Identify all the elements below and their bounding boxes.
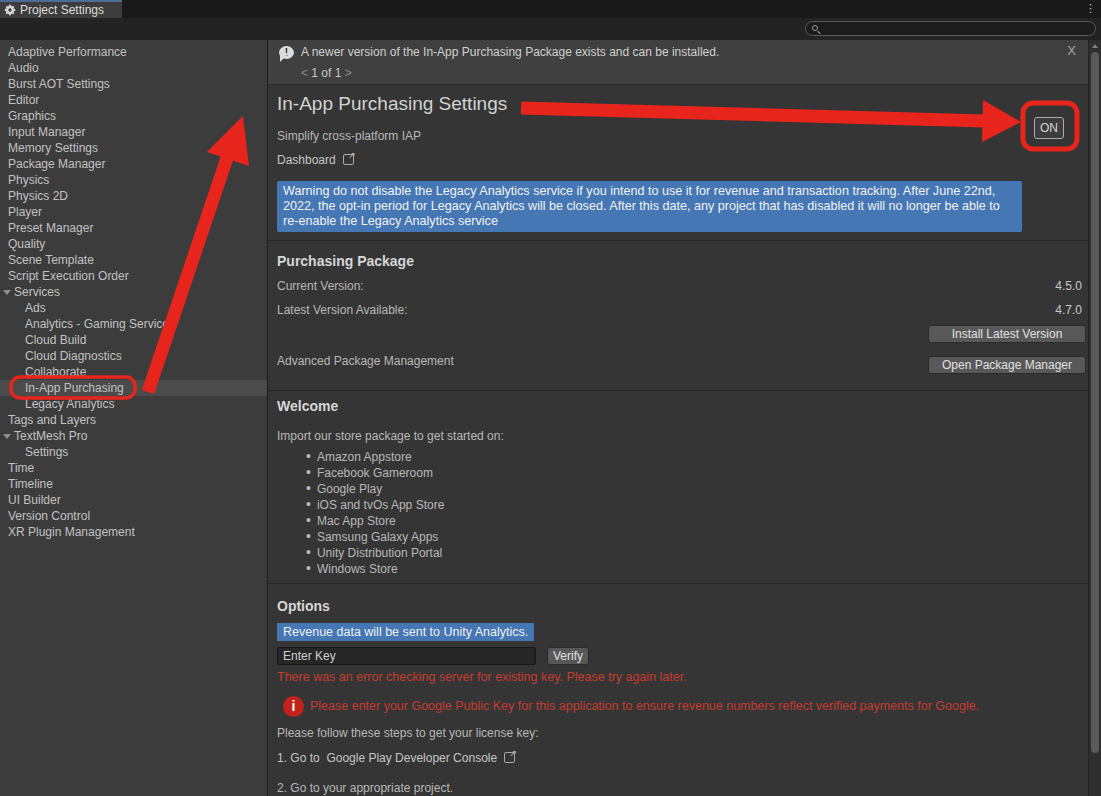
sidebar-item-cloud-build[interactable]: Cloud Build (0, 332, 267, 348)
simplify-iap-label: Simplify cross-platform IAP (277, 129, 421, 143)
sidebar-item-tags-and-layers[interactable]: Tags and Layers (0, 412, 267, 428)
sidebar-item-time[interactable]: Time (0, 460, 267, 476)
google-key-note: Please enter your Google Public Key for … (310, 699, 979, 713)
key-error-text: There was an error checking server for e… (277, 670, 687, 684)
sidebar-item-xr-plugin-management[interactable]: XR Plugin Management (0, 524, 267, 540)
verify-button[interactable]: Verify (547, 647, 589, 665)
sidebar-item-scene-template[interactable]: Scene Template (0, 252, 267, 268)
sidebar-item-script-execution-order[interactable]: Script Execution Order (0, 268, 267, 284)
store-list-item: Samsung Galaxy Apps (306, 528, 444, 544)
latest-version-label: Latest Version Available: (277, 303, 408, 317)
vertical-scrollbar[interactable] (1088, 40, 1101, 796)
advanced-package-management-label: Advanced Package Management (277, 354, 454, 368)
step-1: 1. Go to Google Play Developer Console (277, 751, 515, 765)
section-divider (268, 390, 1088, 391)
pager-prev-button[interactable]: < (301, 66, 308, 80)
sidebar-item-ui-builder[interactable]: UI Builder (0, 492, 267, 508)
store-list-item: Facebook Gameroom (306, 464, 444, 480)
foldout-triangle-icon[interactable] (3, 434, 11, 439)
external-link-icon (343, 154, 354, 165)
search-input[interactable] (805, 21, 1096, 36)
section-divider (268, 240, 1088, 241)
sidebar-item-adaptive-performance[interactable]: Adaptive Performance (0, 44, 267, 60)
store-list: Amazon AppstoreFacebook GameroomGoogle P… (306, 448, 444, 576)
scrollbar-thumb[interactable] (1091, 52, 1099, 753)
sidebar-item-cloud-diagnostics[interactable]: Cloud Diagnostics (0, 348, 267, 364)
sidebar-item-player[interactable]: Player (0, 204, 267, 220)
store-list-item: Google Play (306, 480, 444, 496)
options-heading: Options (277, 598, 330, 614)
sidebar-item-in-app-purchasing[interactable]: In-App Purchasing (0, 380, 267, 396)
alert-bubble-icon: ! (279, 46, 294, 59)
sidebar-item-quality[interactable]: Quality (0, 236, 267, 252)
sidebar-item-collaborate[interactable]: Collaborate (0, 364, 267, 380)
dashboard-link[interactable]: Dashboard (277, 153, 354, 167)
error-info-icon: i (283, 696, 304, 717)
legacy-analytics-warning: Warning do not disable the Legacy Analyt… (277, 181, 1022, 232)
sidebar-item-preset-manager[interactable]: Preset Manager (0, 220, 267, 236)
sidebar-item-analytics-gaming-services[interactable]: Analytics - Gaming Services (0, 316, 267, 332)
steps-intro: Please follow these steps to get your li… (277, 726, 538, 740)
sidebar-item-ads[interactable]: Ads (0, 300, 267, 316)
install-latest-version-button[interactable]: Install Latest Version (928, 325, 1086, 343)
iap-on-toggle[interactable]: ON (1034, 117, 1064, 139)
welcome-heading: Welcome (277, 398, 338, 414)
sidebar-item-graphics[interactable]: Graphics (0, 108, 267, 124)
kebab-menu-icon[interactable]: ⋮ (1085, 2, 1096, 15)
toolbar (0, 18, 1101, 40)
tab-title: Project Settings (20, 3, 104, 17)
store-list-item: Mac App Store (306, 512, 444, 528)
notification-message: A newer version of the In-App Purchasing… (301, 45, 719, 59)
sidebar-item-version-control[interactable]: Version Control (0, 508, 267, 524)
sidebar-item-services[interactable]: Services (0, 284, 267, 300)
store-list-item: iOS and tvOs App Store (306, 496, 444, 512)
foldout-triangle-icon[interactable] (3, 290, 11, 295)
sidebar-item-physics[interactable]: Physics (0, 172, 267, 188)
step-2: 2. Go to your appropriate project. (277, 781, 453, 795)
sidebar-item-burst-aot-settings[interactable]: Burst AOT Settings (0, 76, 267, 92)
sidebar-item-input-manager[interactable]: Input Manager (0, 124, 267, 140)
settings-main-panel: ! A newer version of the In-App Purchasi… (268, 40, 1088, 796)
sidebar-item-settings[interactable]: Settings (0, 444, 267, 460)
search-icon (812, 25, 818, 31)
sidebar-item-timeline[interactable]: Timeline (0, 476, 267, 492)
sidebar-item-textmesh-pro[interactable]: TextMesh Pro (0, 428, 267, 444)
notification-close-button[interactable]: X (1067, 43, 1076, 58)
section-divider (268, 583, 1088, 584)
revenue-note-badge: Revenue data will be sent to Unity Analy… (277, 623, 534, 641)
scroll-up-arrow-icon[interactable] (1092, 44, 1098, 48)
store-list-item: Unity Distribution Portal (306, 544, 444, 560)
welcome-intro: Import our store package to get started … (277, 429, 504, 443)
open-package-manager-button[interactable]: Open Package Manager (928, 356, 1086, 374)
window-tab-bar: Project Settings ⋮ (0, 0, 1101, 18)
purchasing-package-heading: Purchasing Package (277, 253, 414, 269)
tab-project-settings[interactable]: Project Settings (0, 0, 122, 18)
pager-count: 1 of 1 (311, 66, 341, 80)
sidebar-item-legacy-analytics[interactable]: Legacy Analytics (0, 396, 267, 412)
enter-key-input[interactable]: Enter Key (277, 647, 536, 665)
store-list-item: Windows Store (306, 560, 444, 576)
notification-pager: < 1 of 1 > (301, 66, 352, 80)
sidebar-item-memory-settings[interactable]: Memory Settings (0, 140, 267, 156)
current-version-label: Current Version: (277, 279, 364, 293)
page-title: In-App Purchasing Settings (277, 93, 507, 115)
gear-icon (4, 4, 16, 16)
sidebar-item-physics-2d[interactable]: Physics 2D (0, 188, 267, 204)
store-list-item: Amazon Appstore (306, 448, 444, 464)
settings-sidebar: Adaptive PerformanceAudioBurst AOT Setti… (0, 40, 268, 796)
sidebar-item-package-manager[interactable]: Package Manager (0, 156, 267, 172)
latest-version-value: 4.7.0 (1055, 303, 1082, 317)
current-version-value: 4.5.0 (1055, 279, 1082, 293)
google-play-console-link[interactable]: Google Play Developer Console (326, 751, 497, 765)
package-update-notification: ! A newer version of the In-App Purchasi… (268, 40, 1088, 85)
pager-next-button[interactable]: > (345, 66, 352, 80)
external-link-icon (504, 752, 515, 763)
sidebar-item-audio[interactable]: Audio (0, 60, 267, 76)
sidebar-item-editor[interactable]: Editor (0, 92, 267, 108)
